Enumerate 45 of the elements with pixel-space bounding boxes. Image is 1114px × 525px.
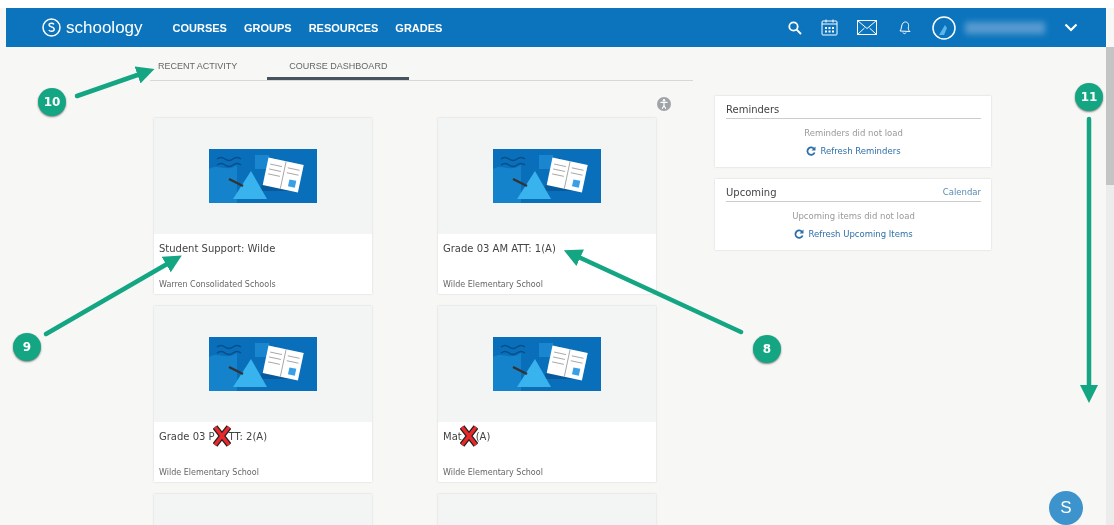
nav-link[interactable]: RESOURCES [308, 21, 379, 34]
logo-text[interactable]: schoology [66, 17, 143, 38]
annotation-number: 10 [38, 88, 66, 116]
course-card[interactable]: Mat (A) Wilde Elementary School [438, 306, 656, 482]
refresh-link[interactable]: Refresh Reminders [806, 146, 901, 156]
tab[interactable]: COURSE DASHBOARD [267, 61, 410, 80]
search-icon[interactable] [788, 20, 802, 35]
nav-link[interactable]: GROUPS [243, 21, 292, 34]
status-message: Reminders did not load [804, 128, 903, 138]
school-name: Wilde Elementary School [443, 280, 544, 289]
nav-link[interactable]: COURSES [172, 21, 227, 34]
school-name: Warren Consolidated Schools [159, 280, 277, 289]
refresh-icon [794, 229, 805, 239]
course-title[interactable]: Mat [443, 430, 462, 442]
course-title[interactable]: Grade 03 P [159, 430, 215, 442]
nav-link[interactable]: GRADES [395, 21, 443, 34]
chat-button[interactable]: S [1049, 491, 1083, 525]
course-card[interactable]: Grade 03 P TT: 2(A) Wilde Elementary School [154, 306, 372, 482]
annotation-number: 8 [753, 335, 781, 363]
school-name: Wilde Elementary School [159, 468, 260, 477]
logo-icon [42, 18, 61, 37]
course-title[interactable]: Student Support: Wilde [159, 242, 276, 254]
bell-icon[interactable] [896, 19, 913, 36]
annotation-number: 11 [1075, 83, 1103, 111]
calendar-icon[interactable] [821, 19, 838, 36]
course-title[interactable]: TT: 2(A) [228, 430, 268, 442]
panel-title: Reminders [726, 104, 780, 115]
refresh-icon [806, 146, 817, 156]
calendar-link[interactable]: Calendar [942, 187, 981, 198]
panel-title: Upcoming [726, 187, 777, 198]
scrollbar-thumb[interactable] [1106, 47, 1114, 185]
avatar-icon[interactable] [932, 15, 956, 40]
chevron-down-icon[interactable] [1064, 23, 1078, 32]
status-message: Upcoming items did not load [792, 211, 915, 221]
course-card[interactable]: Grade 03 AM ATT: 1(A) Wilde Elementary School [438, 118, 656, 294]
accessibility-icon[interactable] [657, 97, 671, 111]
refresh-link[interactable]: Refresh Upcoming Items [794, 229, 913, 239]
annotation-number: 9 [13, 333, 41, 361]
course-title[interactable]: Grade 03 AM ATT: 1(A) [443, 242, 556, 254]
course-card[interactable]: Student Support: Wilde Warren Consolidated Schools [154, 118, 372, 294]
tab[interactable]: RECENT ACTIVITY [150, 61, 246, 80]
school-name: Wilde Elementary School [443, 468, 544, 477]
scrollbar[interactable] [1106, 47, 1114, 525]
course-title[interactable]: (A) [475, 430, 491, 442]
mail-icon[interactable] [857, 20, 877, 35]
